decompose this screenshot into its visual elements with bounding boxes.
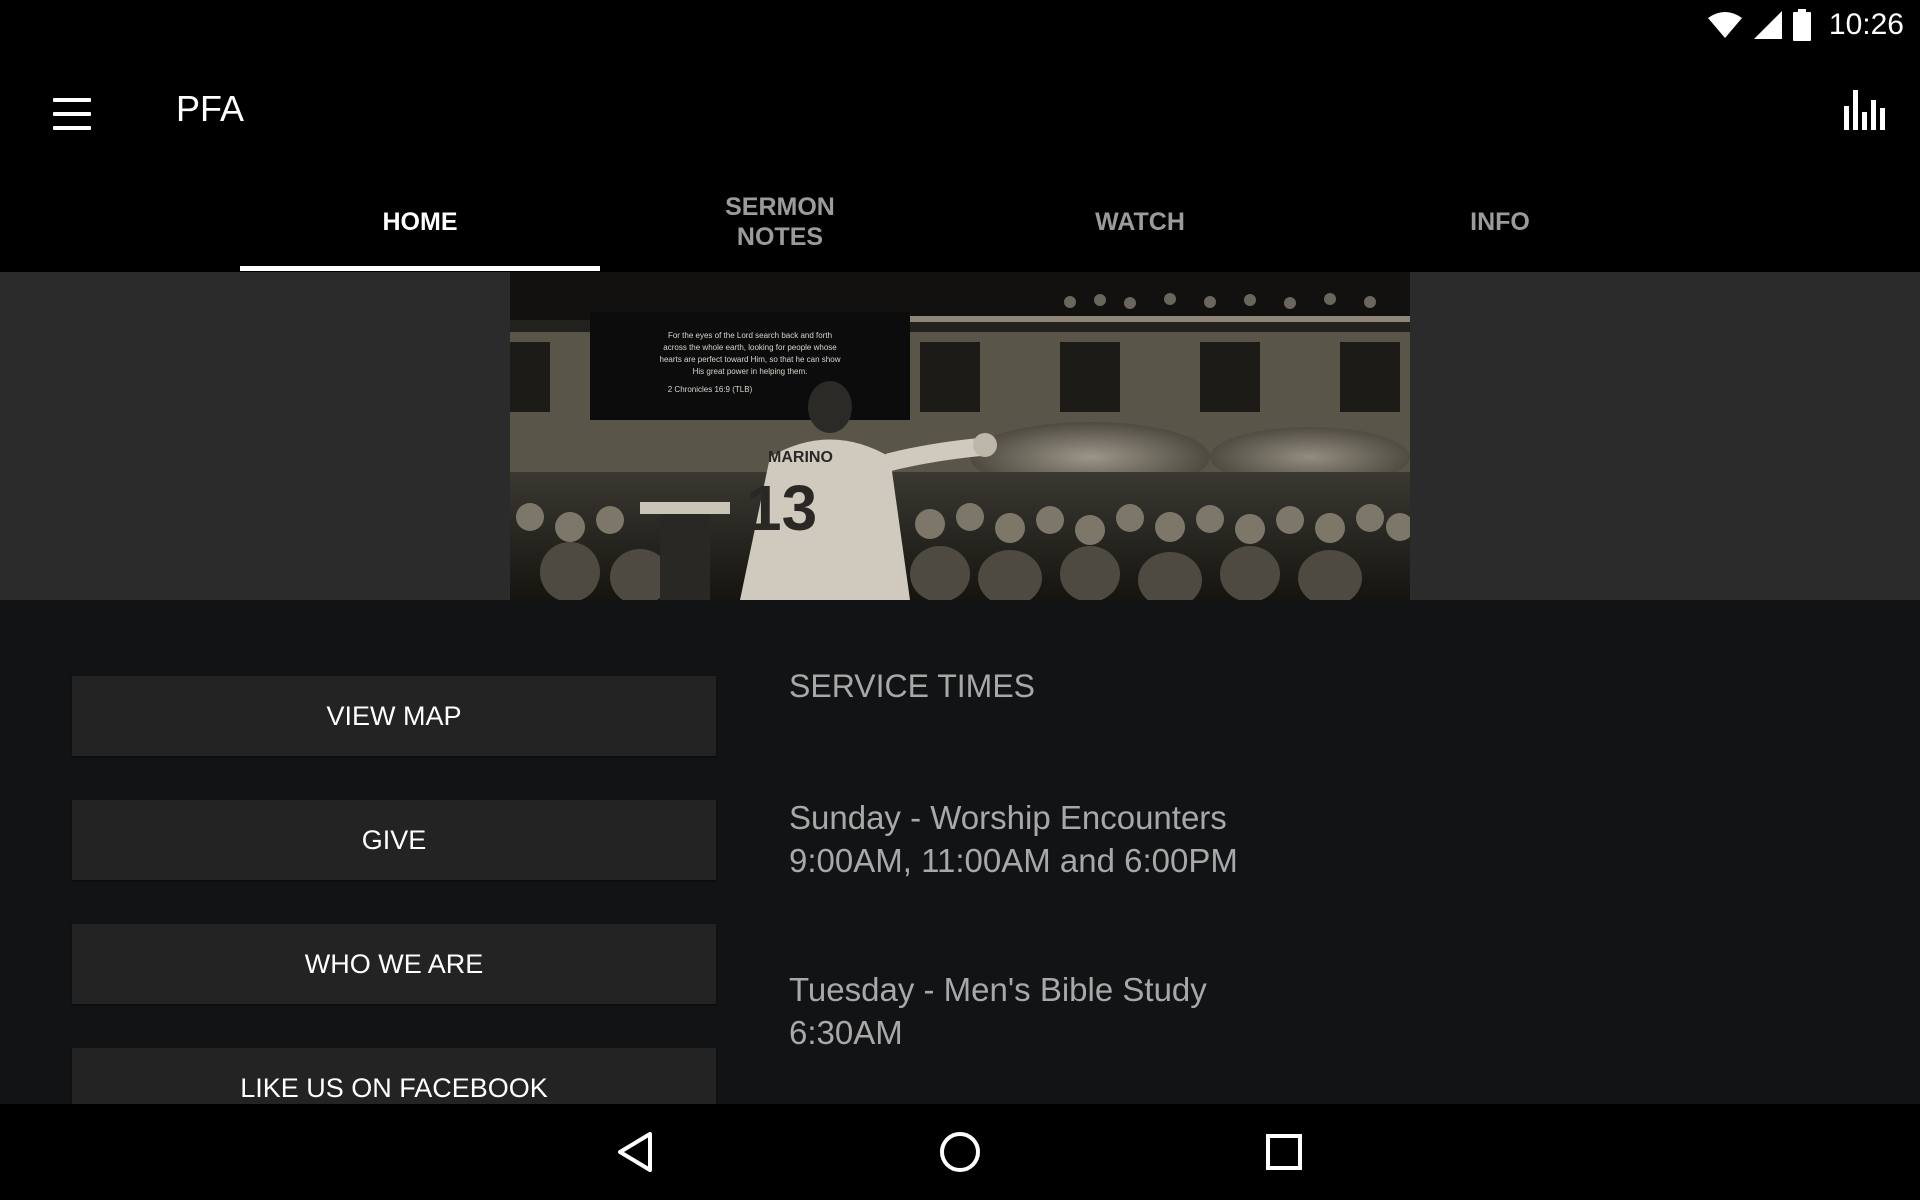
tab-watch[interactable]: WATCH <box>960 172 1320 272</box>
facebook-button[interactable]: LIKE US ON FACEBOOK <box>72 1048 716 1104</box>
tab-bar: HOME SERMON NOTES WATCH INFO <box>0 172 1920 272</box>
who-we-are-label: WHO WE ARE <box>304 948 484 979</box>
back-triangle-icon <box>618 1132 652 1172</box>
wifi-icon <box>1707 12 1742 38</box>
cell-signal-icon <box>1753 11 1782 39</box>
service-name: Sunday - Worship Encounters <box>789 799 1227 836</box>
menu-button[interactable] <box>40 82 104 146</box>
facebook-label: LIKE US ON FACEBOOK <box>240 1072 548 1103</box>
bar-chart-icon <box>1844 90 1885 130</box>
tab-sermon-notes[interactable]: SERMON NOTES <box>600 172 960 272</box>
recents-square-icon <box>1266 1134 1302 1170</box>
recents-button[interactable] <box>1254 1122 1314 1182</box>
service-item: Tuesday - Men's Bible Study 6:30AM <box>789 968 1207 1054</box>
jersey-number: 13 <box>746 472 817 544</box>
tab-sermon-notes-label: SERMON NOTES <box>725 193 835 251</box>
view-map-label: VIEW MAP <box>326 700 462 731</box>
view-map-button[interactable]: VIEW MAP <box>72 676 716 756</box>
active-tab-indicator <box>240 266 600 271</box>
system-nav-bar <box>0 1104 1920 1200</box>
svg-text:across the whole earth, lookin: across the whole earth, looking for peop… <box>663 343 837 352</box>
tab-watch-label: WATCH <box>1095 208 1185 236</box>
svg-text:For the eyes of the Lord searc: For the eyes of the Lord search back and… <box>668 331 832 340</box>
hero-image: For the eyes of the Lord search back and… <box>510 272 1410 600</box>
status-time: 10:26 <box>1828 8 1904 41</box>
battery-icon <box>1792 9 1811 41</box>
service-times-title: SERVICE TIMES <box>789 668 1035 704</box>
stats-button[interactable] <box>1836 86 1892 142</box>
hamburger-line <box>53 112 91 116</box>
hamburger-line <box>53 98 91 102</box>
status-bar: 10:26 <box>0 0 1920 50</box>
jersey-name: MARINO <box>768 449 833 466</box>
tab-info[interactable]: INFO <box>1320 172 1680 272</box>
back-button[interactable] <box>606 1122 666 1182</box>
home-circle-icon <box>940 1132 980 1172</box>
svg-text:2 Chronicles 16:9 (TLB): 2 Chronicles 16:9 (TLB) <box>668 385 753 394</box>
service-item: Sunday - Worship Encounters 9:00AM, 11:0… <box>789 796 1238 882</box>
tab-info-label: INFO <box>1470 208 1530 236</box>
tab-home-label: HOME <box>382 208 458 236</box>
svg-text:His great power in helping the: His great power in helping them. <box>693 367 808 376</box>
hero-illustration: For the eyes of the Lord search back and… <box>510 272 1410 600</box>
home-content: VIEW MAP GIVE WHO WE ARE LIKE US ON FACE… <box>0 600 1920 1104</box>
svg-text:hearts are perfect toward Him,: hearts are perfect toward Him, so that h… <box>660 355 841 364</box>
who-we-are-button[interactable]: WHO WE ARE <box>72 924 716 1004</box>
hamburger-line <box>53 126 91 130</box>
home-button[interactable] <box>930 1122 990 1182</box>
give-label: GIVE <box>361 824 427 855</box>
service-times: 9:00AM, 11:00AM and 6:00PM <box>789 842 1238 879</box>
service-times: 6:30AM <box>789 1014 903 1051</box>
service-name: Tuesday - Men's Bible Study <box>789 971 1207 1008</box>
app-title: PFA <box>176 88 245 129</box>
give-button[interactable]: GIVE <box>72 800 716 880</box>
status-icons: 10:26 <box>1707 6 1904 44</box>
tab-home[interactable]: HOME <box>240 172 600 272</box>
app-bar: PFA <box>0 50 1920 172</box>
